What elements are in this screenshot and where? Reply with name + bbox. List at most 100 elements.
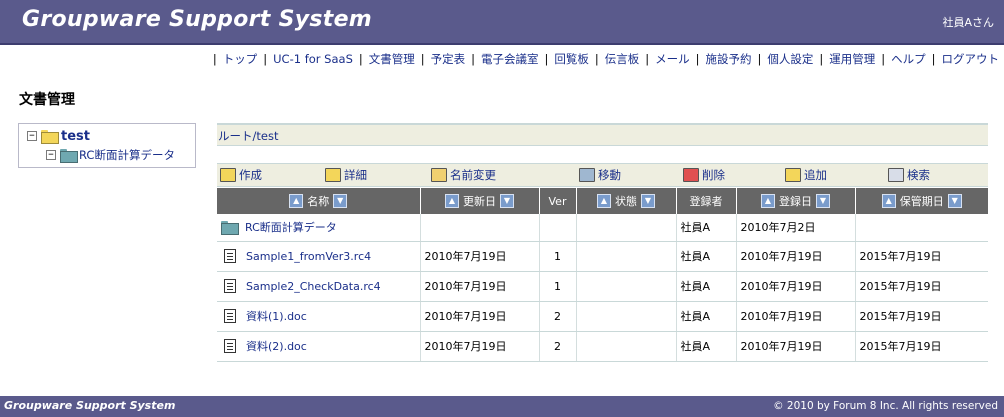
rename-button[interactable]: 名前変更 xyxy=(431,167,496,183)
sort-asc-icon[interactable]: ▲ xyxy=(761,194,775,208)
table-header-row: ▲ 名称 ▼ ▲ 更新日 ▼ Ver ▲ 状態 ▼ 登録者 ▲ 登録日 ▼ ▲ 保管期日 ▼ xyxy=(217,188,988,214)
nav-separator: | xyxy=(931,52,936,66)
registrant: 社員A xyxy=(676,271,737,302)
nav-schedule[interactable]: 予定表 xyxy=(431,51,466,67)
collapse-toggle[interactable]: − xyxy=(46,150,56,160)
col-name-label: 名称 xyxy=(307,195,330,208)
col-registrant: 登録者 xyxy=(676,188,737,214)
nav-separator: | xyxy=(757,52,762,66)
nav-conference[interactable]: 電子会議室 xyxy=(481,51,539,67)
add-folder-icon xyxy=(785,168,801,182)
version: 1 xyxy=(539,241,577,272)
col-name: ▲ 名称 ▼ xyxy=(217,188,421,214)
sort-desc-icon[interactable]: ▼ xyxy=(947,194,962,208)
table-row: RC断面計算データ 社員A 2010年7月2日 xyxy=(217,214,988,242)
breadcrumb-path[interactable]: ルート/test xyxy=(218,128,278,144)
tree-child-node: − RC断面計算データ xyxy=(46,147,175,163)
retention-date: 2015年7月19日 xyxy=(855,241,988,272)
nav-uc1-saas[interactable]: UC-1 for SaaS xyxy=(273,52,353,66)
nav-separator: | xyxy=(645,52,650,66)
table-row: 資料(2).doc 2010年7月19日 2 社員A 2010年7月19日 20… xyxy=(217,331,988,362)
nav-logout[interactable]: ログアウト xyxy=(942,51,1000,67)
search-button[interactable]: 検索 xyxy=(888,167,930,183)
col-retention-label: 保管期日 xyxy=(899,195,944,208)
app-title: Groupware Support System xyxy=(22,7,373,32)
sort-desc-icon[interactable]: ▼ xyxy=(333,194,348,208)
add-label: 追加 xyxy=(804,168,827,182)
nav-admin[interactable]: 運用管理 xyxy=(829,51,875,67)
version: 2 xyxy=(539,331,577,362)
version xyxy=(539,214,577,242)
document-name-link[interactable]: Sample1_fromVer3.rc4 xyxy=(246,250,371,263)
col-registered: ▲ 登録日 ▼ xyxy=(736,188,856,214)
document-name-link[interactable]: RC断面計算データ xyxy=(245,219,337,235)
document-icon xyxy=(224,309,236,323)
nav-circular[interactable]: 回覧板 xyxy=(554,51,589,67)
nav-separator: | xyxy=(358,52,363,66)
document-name-link[interactable]: 資料(2).doc xyxy=(246,338,307,354)
create-label: 作成 xyxy=(239,168,262,182)
rename-label: 名前変更 xyxy=(450,168,496,182)
collapse-toggle[interactable]: − xyxy=(27,131,37,141)
sort-asc-icon[interactable]: ▲ xyxy=(445,194,459,208)
nav-top[interactable]: トップ xyxy=(223,51,258,67)
col-registered-label: 登録日 xyxy=(779,195,812,208)
create-button[interactable]: 作成 xyxy=(220,167,262,183)
sort-desc-icon[interactable]: ▼ xyxy=(816,194,830,208)
new-folder-icon xyxy=(220,168,236,182)
nav-help[interactable]: ヘルプ xyxy=(891,51,926,67)
table-row: Sample1_fromVer3.rc4 2010年7月19日 1 社員A 20… xyxy=(217,241,988,272)
nav-separator: | xyxy=(881,52,886,66)
tree-root-node: − test xyxy=(27,128,90,144)
col-updated-label: 更新日 xyxy=(463,195,496,208)
move-label: 移動 xyxy=(598,168,621,182)
col-status-label: 状態 xyxy=(615,195,637,208)
rename-icon xyxy=(431,168,447,182)
document-name-link[interactable]: 資料(1).doc xyxy=(246,308,307,324)
document-toolbar: 作成 詳細 名前変更 移動 削除 追加 検索 xyxy=(217,163,988,187)
updated-date: 2010年7月19日 xyxy=(420,331,540,362)
registered-date: 2010年7月19日 xyxy=(736,241,856,272)
folder-detail-icon xyxy=(325,168,341,182)
nav-separator: | xyxy=(471,52,475,66)
registrant: 社員A xyxy=(676,331,737,362)
move-button[interactable]: 移動 xyxy=(579,167,621,183)
col-retention: ▲ 保管期日 ▼ xyxy=(855,188,988,214)
document-icon xyxy=(224,339,236,353)
version: 1 xyxy=(539,271,577,302)
retention-date xyxy=(855,214,988,242)
nav-message-board[interactable]: 伝言板 xyxy=(605,51,640,67)
registrant: 社員A xyxy=(676,214,737,242)
nav-mail[interactable]: メール xyxy=(655,51,690,67)
delete-button[interactable]: 削除 xyxy=(683,167,725,183)
document-table: ▲ 名称 ▼ ▲ 更新日 ▼ Ver ▲ 状態 ▼ 登録者 ▲ 登録日 ▼ ▲ 保管期日 ▼ RC断… xyxy=(217,188,988,362)
detail-button[interactable]: 詳細 xyxy=(325,167,367,183)
updated-date: 2010年7月19日 xyxy=(420,301,540,332)
registered-date: 2010年7月19日 xyxy=(736,271,856,302)
registered-date: 2010年7月19日 xyxy=(736,331,856,362)
updated-date: 2010年7月19日 xyxy=(420,241,540,272)
current-user: 社員Aさん xyxy=(942,16,994,29)
col-updated: ▲ 更新日 ▼ xyxy=(420,188,540,214)
sort-asc-icon[interactable]: ▲ xyxy=(881,194,896,208)
add-button[interactable]: 追加 xyxy=(785,167,827,183)
folder-open-icon xyxy=(41,130,59,144)
nav-personal-settings[interactable]: 個人設定 xyxy=(767,51,813,67)
tree-child-label[interactable]: RC断面計算データ xyxy=(79,147,175,163)
app-header: Groupware Support System 社員Aさん xyxy=(0,0,1004,45)
nav-separator: | xyxy=(212,52,217,66)
sort-asc-icon[interactable]: ▲ xyxy=(289,194,304,208)
nav-documents[interactable]: 文書管理 xyxy=(369,51,415,67)
document-name-link[interactable]: Sample2_CheckData.rc4 xyxy=(246,280,381,293)
version: 2 xyxy=(539,301,577,332)
page-title: 文書管理 xyxy=(19,92,75,108)
updated-date xyxy=(420,214,540,242)
tree-root-label[interactable]: test xyxy=(61,129,90,144)
sort-desc-icon[interactable]: ▼ xyxy=(500,194,514,208)
retention-date: 2015年7月19日 xyxy=(855,331,988,362)
sort-asc-icon[interactable]: ▲ xyxy=(597,194,611,208)
sort-desc-icon[interactable]: ▼ xyxy=(641,194,655,208)
search-icon xyxy=(888,168,904,182)
nav-separator: | xyxy=(544,52,549,66)
nav-facility-booking[interactable]: 施設予約 xyxy=(706,51,752,67)
